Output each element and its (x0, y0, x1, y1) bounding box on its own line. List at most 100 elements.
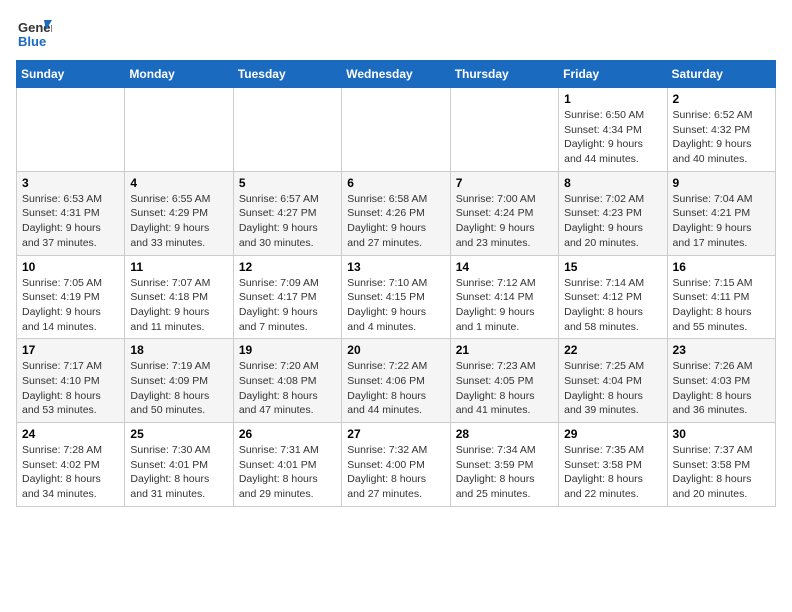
calendar-cell (342, 88, 450, 172)
calendar-cell: 11Sunrise: 7:07 AM Sunset: 4:18 PM Dayli… (125, 255, 233, 339)
weekday-header: Monday (125, 61, 233, 88)
day-info: Sunrise: 7:35 AM Sunset: 3:58 PM Dayligh… (564, 443, 661, 502)
svg-text:Blue: Blue (18, 34, 46, 49)
day-number: 18 (130, 343, 227, 357)
calendar-week-row: 17 Sunrise: 7:17 AM Sunset: 4:10 PM Dayli… (17, 339, 776, 423)
day-number: 28 (456, 427, 553, 441)
calendar-cell: 18 Sunrise: 7:19 AM Sunset: 4:09 PM Dayli… (125, 339, 233, 423)
calendar-cell (17, 88, 125, 172)
calendar-cell (450, 88, 558, 172)
day-info: Sunrise: 7:17 AM Sunset: 4:10 PM Dayligh… (22, 359, 119, 418)
day-number: 3 (22, 176, 119, 190)
day-info: Sunrise: 6:58 AM Sunset: 4:26 PM Dayligh… (347, 192, 444, 251)
weekday-header: Thursday (450, 61, 558, 88)
day-number: 19 (239, 343, 336, 357)
weekday-header: Wednesday (342, 61, 450, 88)
calendar-cell: 30Sunrise: 7:37 AM Sunset: 3:58 PM Dayli… (667, 423, 775, 507)
calendar-cell: 27 Sunrise: 7:32 AM Sunset: 4:00 PM Dayli… (342, 423, 450, 507)
day-info: Sunrise: 7:10 AM Sunset: 4:15 PM Dayligh… (347, 276, 444, 335)
day-info: Sunrise: 7:34 AM Sunset: 3:59 PM Dayligh… (456, 443, 553, 502)
day-number: 21 (456, 343, 553, 357)
day-number: 2 (673, 92, 770, 106)
day-info: Sunrise: 6:57 AM Sunset: 4:27 PM Dayligh… (239, 192, 336, 251)
calendar-cell: 1 Sunrise: 6:50 AM Sunset: 4:34 PM Daylig… (559, 88, 667, 172)
day-number: 13 (347, 260, 444, 274)
day-info: Sunrise: 7:07 AM Sunset: 4:18 PM Dayligh… (130, 276, 227, 335)
calendar-cell: 8 Sunrise: 7:02 AM Sunset: 4:23 PM Daylig… (559, 171, 667, 255)
day-info: Sunrise: 7:20 AM Sunset: 4:08 PM Dayligh… (239, 359, 336, 418)
day-number: 30 (673, 427, 770, 441)
day-number: 12 (239, 260, 336, 274)
day-number: 15 (564, 260, 661, 274)
day-info: Sunrise: 7:30 AM Sunset: 4:01 PM Dayligh… (130, 443, 227, 502)
day-number: 23 (673, 343, 770, 357)
day-number: 6 (347, 176, 444, 190)
calendar-cell: 25Sunrise: 7:30 AM Sunset: 4:01 PM Dayli… (125, 423, 233, 507)
day-info: Sunrise: 7:32 AM Sunset: 4:00 PM Dayligh… (347, 443, 444, 502)
weekday-header: Saturday (667, 61, 775, 88)
day-number: 26 (239, 427, 336, 441)
weekday-header: Sunday (17, 61, 125, 88)
day-info: Sunrise: 6:52 AM Sunset: 4:32 PM Dayligh… (673, 108, 770, 167)
day-info: Sunrise: 7:25 AM Sunset: 4:04 PM Dayligh… (564, 359, 661, 418)
calendar-cell: 24Sunrise: 7:28 AM Sunset: 4:02 PM Dayli… (17, 423, 125, 507)
day-info: Sunrise: 7:12 AM Sunset: 4:14 PM Dayligh… (456, 276, 553, 335)
day-number: 27 (347, 427, 444, 441)
calendar-cell: 10Sunrise: 7:05 AM Sunset: 4:19 PM Dayli… (17, 255, 125, 339)
calendar-cell: 29 Sunrise: 7:35 AM Sunset: 3:58 PM Dayli… (559, 423, 667, 507)
calendar-cell: 19 Sunrise: 7:20 AM Sunset: 4:08 PM Dayli… (233, 339, 341, 423)
day-number: 22 (564, 343, 661, 357)
weekday-header: Tuesday (233, 61, 341, 88)
day-info: Sunrise: 7:04 AM Sunset: 4:21 PM Dayligh… (673, 192, 770, 251)
day-info: Sunrise: 7:02 AM Sunset: 4:23 PM Dayligh… (564, 192, 661, 251)
day-info: Sunrise: 7:19 AM Sunset: 4:09 PM Dayligh… (130, 359, 227, 418)
day-number: 8 (564, 176, 661, 190)
day-info: Sunrise: 6:50 AM Sunset: 4:34 PM Dayligh… (564, 108, 661, 167)
day-number: 29 (564, 427, 661, 441)
day-info: Sunrise: 7:09 AM Sunset: 4:17 PM Dayligh… (239, 276, 336, 335)
day-number: 7 (456, 176, 553, 190)
calendar-cell: 15 Sunrise: 7:14 AM Sunset: 4:12 PM Dayli… (559, 255, 667, 339)
calendar: SundayMondayTuesdayWednesdayThursdayFrid… (16, 60, 776, 507)
day-info: Sunrise: 7:26 AM Sunset: 4:03 PM Dayligh… (673, 359, 770, 418)
day-number: 4 (130, 176, 227, 190)
day-info: Sunrise: 6:55 AM Sunset: 4:29 PM Dayligh… (130, 192, 227, 251)
calendar-cell: 17 Sunrise: 7:17 AM Sunset: 4:10 PM Dayli… (17, 339, 125, 423)
day-info: Sunrise: 7:23 AM Sunset: 4:05 PM Dayligh… (456, 359, 553, 418)
day-info: Sunrise: 7:31 AM Sunset: 4:01 PM Dayligh… (239, 443, 336, 502)
calendar-cell: 20 Sunrise: 7:22 AM Sunset: 4:06 PM Dayli… (342, 339, 450, 423)
day-info: Sunrise: 7:22 AM Sunset: 4:06 PM Dayligh… (347, 359, 444, 418)
calendar-cell: 22 Sunrise: 7:25 AM Sunset: 4:04 PM Dayli… (559, 339, 667, 423)
day-number: 14 (456, 260, 553, 274)
day-number: 1 (564, 92, 661, 106)
day-number: 20 (347, 343, 444, 357)
calendar-cell (233, 88, 341, 172)
calendar-cell: 4 Sunrise: 6:55 AM Sunset: 4:29 PM Daylig… (125, 171, 233, 255)
calendar-cell: 28 Sunrise: 7:34 AM Sunset: 3:59 PM Dayli… (450, 423, 558, 507)
day-number: 5 (239, 176, 336, 190)
day-number: 9 (673, 176, 770, 190)
calendar-cell: 2 Sunrise: 6:52 AM Sunset: 4:32 PM Daylig… (667, 88, 775, 172)
day-info: Sunrise: 7:00 AM Sunset: 4:24 PM Dayligh… (456, 192, 553, 251)
calendar-cell: 14 Sunrise: 7:12 AM Sunset: 4:14 PM Dayli… (450, 255, 558, 339)
calendar-cell: 6 Sunrise: 6:58 AM Sunset: 4:26 PM Daylig… (342, 171, 450, 255)
day-number: 17 (22, 343, 119, 357)
day-info: Sunrise: 6:53 AM Sunset: 4:31 PM Dayligh… (22, 192, 119, 251)
day-info: Sunrise: 7:14 AM Sunset: 4:12 PM Dayligh… (564, 276, 661, 335)
calendar-cell: 26 Sunrise: 7:31 AM Sunset: 4:01 PM Dayli… (233, 423, 341, 507)
calendar-cell: 12 Sunrise: 7:09 AM Sunset: 4:17 PM Dayli… (233, 255, 341, 339)
calendar-cell: 5 Sunrise: 6:57 AM Sunset: 4:27 PM Daylig… (233, 171, 341, 255)
day-number: 24 (22, 427, 119, 441)
calendar-cell: 23 Sunrise: 7:26 AM Sunset: 4:03 PM Dayli… (667, 339, 775, 423)
day-number: 16 (673, 260, 770, 274)
calendar-cell: 16 Sunrise: 7:15 AM Sunset: 4:11 PM Dayli… (667, 255, 775, 339)
logo: General Blue (16, 16, 52, 52)
page-header: General Blue (16, 16, 776, 52)
weekday-header: Friday (559, 61, 667, 88)
logo-icon: General Blue (16, 16, 52, 52)
weekday-header-row: SundayMondayTuesdayWednesdayThursdayFrid… (17, 61, 776, 88)
calendar-week-row: 3 Sunrise: 6:53 AM Sunset: 4:31 PM Daylig… (17, 171, 776, 255)
day-info: Sunrise: 7:15 AM Sunset: 4:11 PM Dayligh… (673, 276, 770, 335)
calendar-cell: 9 Sunrise: 7:04 AM Sunset: 4:21 PM Daylig… (667, 171, 775, 255)
calendar-week-row: 24Sunrise: 7:28 AM Sunset: 4:02 PM Dayli… (17, 423, 776, 507)
